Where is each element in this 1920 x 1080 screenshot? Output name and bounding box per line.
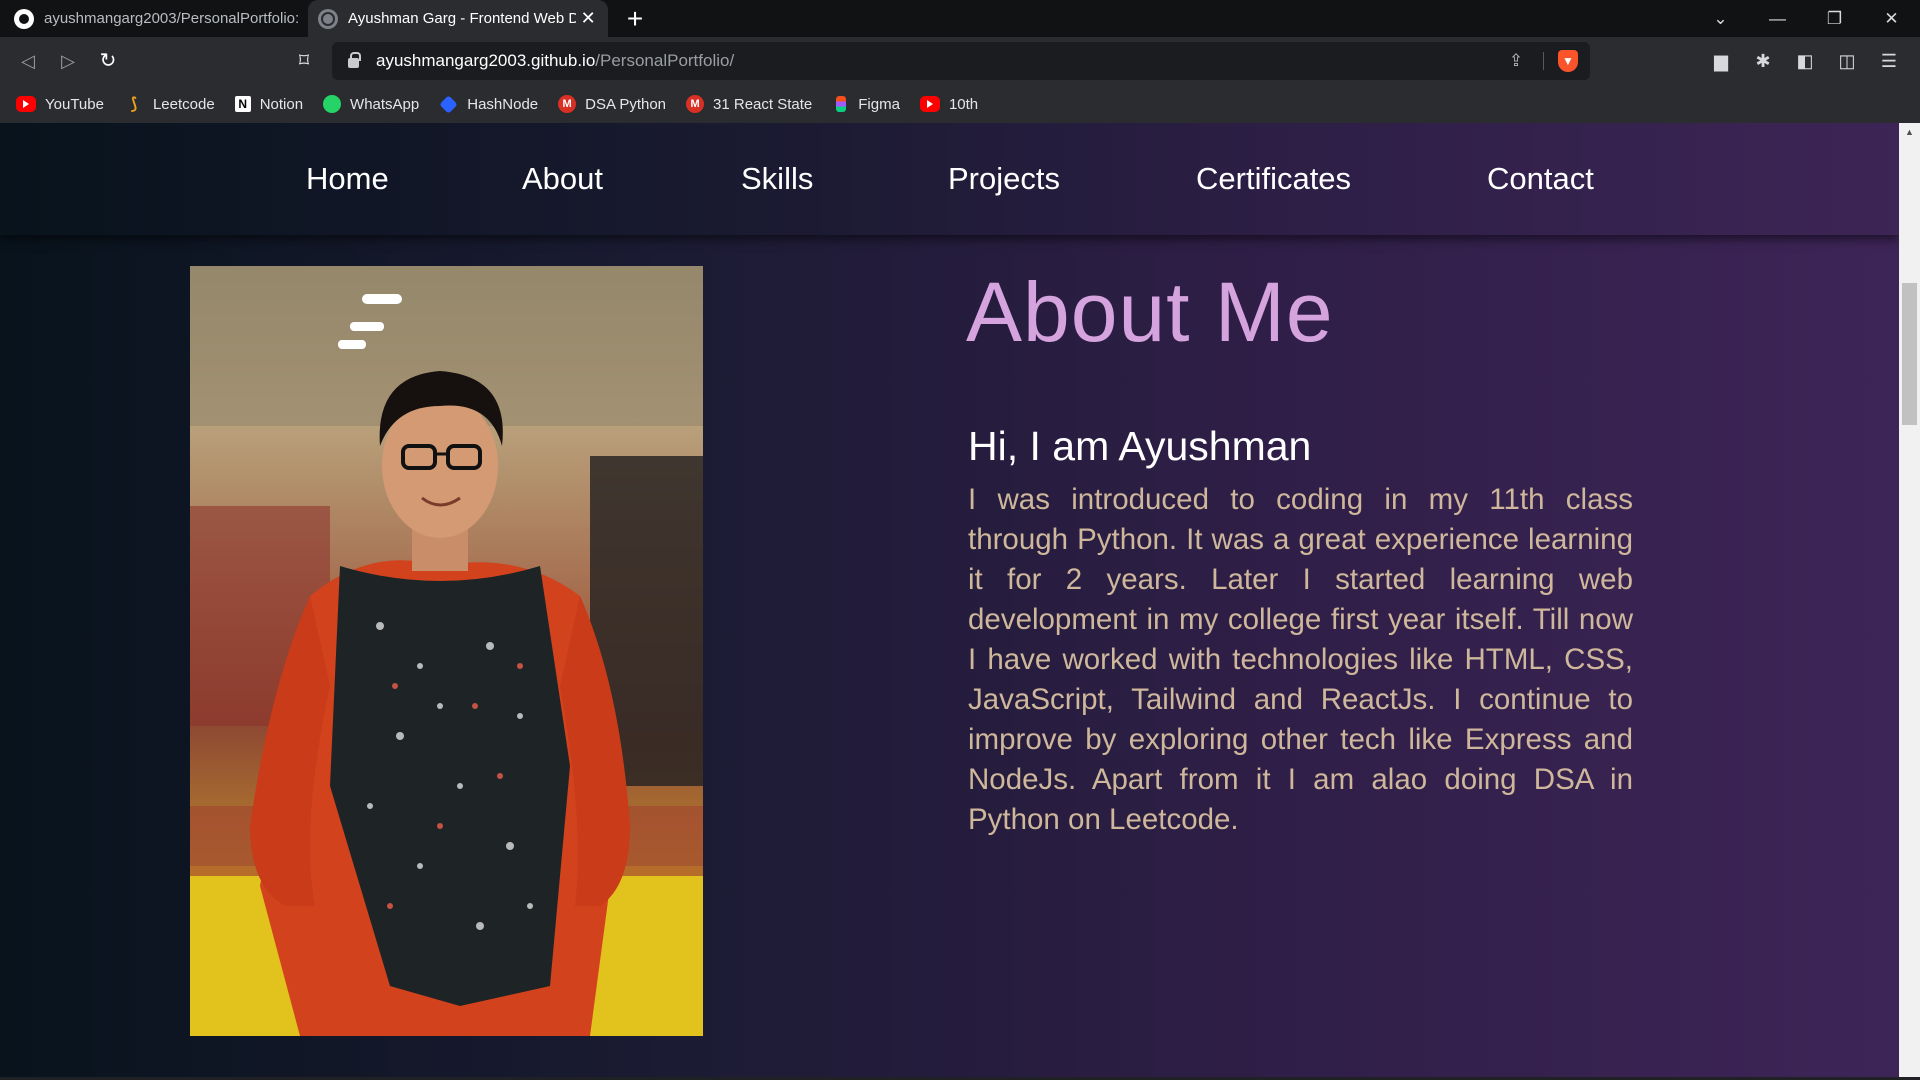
- hashnode-icon: [439, 94, 458, 114]
- menu-icon[interactable]: ☰: [1868, 45, 1910, 77]
- nav-link-contact[interactable]: Contact: [1487, 123, 1594, 235]
- leetcode-icon: ⟆: [130, 96, 138, 113]
- scroll-up-arrow-icon[interactable]: ▲: [1899, 123, 1920, 141]
- browser-tab-bar: ayushmangarg2003/PersonalPortfolio: Ayus…: [0, 0, 1920, 37]
- about-greeting: Hi, I am Ayushman: [968, 423, 1312, 469]
- url-divider: [1543, 52, 1544, 70]
- bookmark-figma[interactable]: Figma: [832, 96, 900, 113]
- page-scrollbar[interactable]: ▲: [1899, 123, 1920, 1077]
- bookmark-icon[interactable]: ⌑: [292, 47, 316, 75]
- bookmark-dsa-python[interactable]: M DSA Python: [558, 95, 666, 113]
- whatsapp-icon: [323, 95, 342, 113]
- github-icon: [14, 8, 34, 29]
- bookmark-label: Leetcode: [152, 95, 215, 113]
- youtube-icon: [16, 96, 36, 112]
- url-path: /PersonalPortfolio/: [595, 51, 735, 70]
- minimize-button[interactable]: —: [1749, 0, 1806, 37]
- tab-github-repo[interactable]: ayushmangarg2003/PersonalPortfolio:: [0, 0, 308, 37]
- gmail-icon: M: [558, 95, 577, 113]
- tab-title: Ayushman Garg - Frontend Web D: [348, 10, 577, 27]
- forward-icon[interactable]: ▷: [52, 45, 84, 77]
- share-icon[interactable]: ⇪: [1506, 51, 1526, 71]
- site-navbar: Home About Skills Projects Certificates …: [0, 123, 1899, 235]
- bookmark-youtube[interactable]: YouTube: [16, 96, 104, 113]
- bookmark-10th[interactable]: 10th: [919, 95, 979, 113]
- bookmark-label: 31 React State: [713, 95, 813, 113]
- restore-button[interactable]: ❐: [1806, 0, 1863, 37]
- extension-icons: ▆ ✱ ◧ ◫ ☰: [1700, 45, 1910, 77]
- bookmark-whatsapp[interactable]: WhatsApp: [323, 95, 419, 113]
- profile-photo-illustration: [190, 266, 703, 1036]
- notion-icon: N: [234, 96, 251, 112]
- tab-portfolio[interactable]: Ayushman Garg - Frontend Web D ✕: [308, 0, 608, 37]
- address-bar[interactable]: ayushmangarg2003.github.io/PersonalPortf…: [332, 42, 1590, 80]
- lock-icon[interactable]: [348, 52, 361, 68]
- nav-link-projects[interactable]: Projects: [948, 123, 1060, 235]
- new-tab-button[interactable]: +: [618, 2, 652, 36]
- nav-link-certificates[interactable]: Certificates: [1196, 123, 1351, 235]
- bookmarks-bar: YouTube ⟆ Leetcode N Notion WhatsApp Has…: [0, 85, 1920, 123]
- browser-toolbar: ◁ ▷ ↻ ⌑ ayushmangarg2003.github.io/Perso…: [0, 37, 1920, 85]
- close-tab-icon[interactable]: ✕: [576, 8, 600, 29]
- gmail-icon: M: [686, 95, 705, 113]
- bookmark-label: HashNode: [467, 95, 539, 113]
- nav-link-skills[interactable]: Skills: [741, 123, 813, 235]
- figma-icon: [836, 96, 847, 112]
- window-controls: ⌄ — ❐ ✕: [1692, 0, 1920, 37]
- url-text[interactable]: ayushmangarg2003.github.io/PersonalPortf…: [376, 51, 734, 71]
- bookmark-label: 10th: [948, 95, 979, 113]
- reload-icon[interactable]: ↻: [92, 45, 124, 77]
- about-description: I was introduced to coding in my 11th cl…: [968, 483, 1633, 836]
- nav-link-home[interactable]: Home: [306, 123, 389, 235]
- bookmark-label: Figma: [858, 95, 900, 113]
- sidebar-icon[interactable]: ◧: [1784, 45, 1826, 77]
- extensions-puzzle-icon[interactable]: ✱: [1742, 45, 1784, 77]
- about-heading: About Me: [966, 265, 1334, 359]
- portfolio-page: Home About Skills Projects Certificates …: [0, 123, 1899, 1077]
- extension-icon[interactable]: ▆: [1700, 45, 1742, 77]
- close-window-button[interactable]: ✕: [1863, 0, 1920, 37]
- bookmark-label: WhatsApp: [350, 95, 420, 113]
- url-host: ayushmangarg2003.github.io: [376, 51, 596, 70]
- brave-shields-icon[interactable]: ▼: [1558, 50, 1578, 72]
- youtube-icon: [919, 96, 940, 112]
- tab-search-icon[interactable]: ⌄: [1692, 0, 1749, 37]
- bookmark-notion[interactable]: N Notion: [234, 95, 304, 113]
- bookmark-label: Notion: [259, 95, 304, 113]
- bookmark-label: YouTube: [45, 95, 104, 113]
- globe-icon: [318, 8, 338, 29]
- back-icon[interactable]: ◁: [12, 45, 44, 77]
- scrollbar-thumb[interactable]: [1902, 283, 1917, 425]
- bookmark-hashnode[interactable]: HashNode: [439, 94, 539, 114]
- tab-title: ayushmangarg2003/PersonalPortfolio:: [44, 10, 300, 27]
- wallet-icon[interactable]: ◫: [1826, 45, 1868, 77]
- bookmark-react-state[interactable]: M 31 React State: [686, 95, 812, 113]
- nav-link-about[interactable]: About: [522, 123, 603, 235]
- bookmark-leetcode[interactable]: ⟆ Leetcode: [124, 95, 215, 114]
- bookmark-label: DSA Python: [585, 95, 667, 113]
- profile-photo: [190, 266, 703, 1036]
